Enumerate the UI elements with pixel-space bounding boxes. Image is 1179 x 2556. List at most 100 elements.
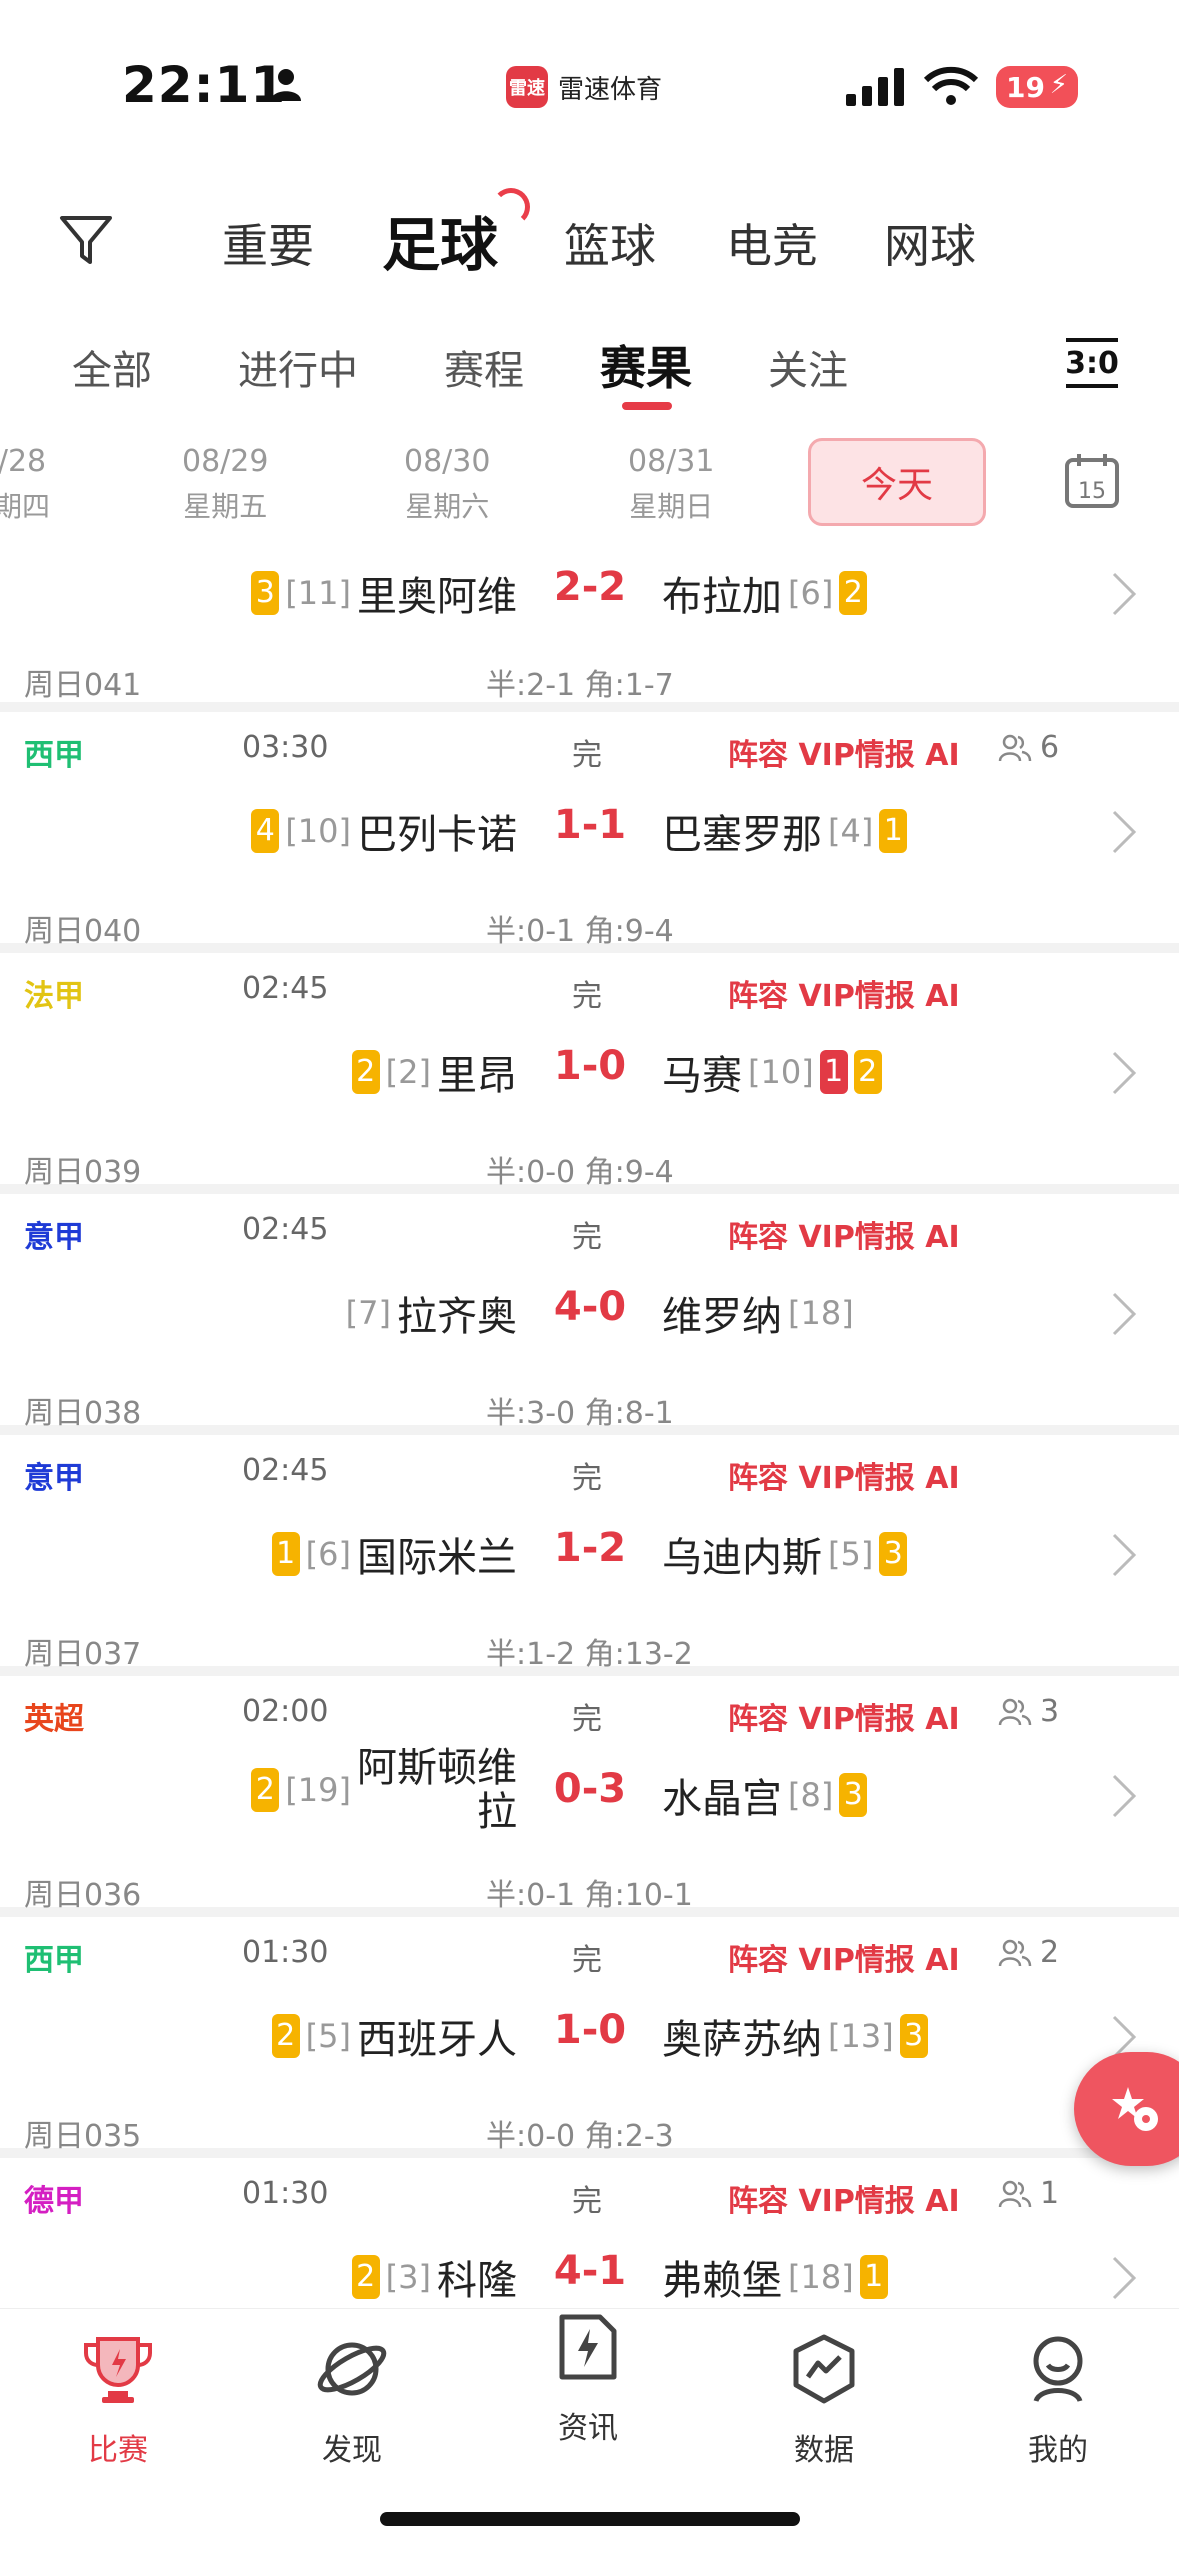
nav-data[interactable]: 数据 <box>754 2331 894 2469</box>
match-info-links[interactable]: 阵容 VIP情报 AI <box>728 730 960 774</box>
date-item[interactable]: 08/31 星期日 <box>628 444 714 525</box>
league-name: 法甲 <box>24 979 84 1014</box>
home-team: 巴列卡诺 <box>357 812 517 858</box>
tab-basketball[interactable]: 篮球 <box>564 210 656 276</box>
away-rank: [4] <box>828 812 874 850</box>
tab-live[interactable]: 进行中 <box>238 338 358 396</box>
away-team: 乌迪内斯 <box>662 1535 822 1581</box>
away-rank: [6] <box>788 574 834 612</box>
tab-following[interactable]: 关注 <box>768 338 848 396</box>
match-row[interactable]: 德甲 01:30 完 阵容 VIP情报 AI 1 2 [3] 科隆 4-1 弗赖… <box>0 2158 1179 2308</box>
home-rank: [2] <box>385 1053 431 1091</box>
league-name: 西甲 <box>24 1943 84 1978</box>
away-rank: [18] <box>788 1294 854 1332</box>
wifi-icon <box>924 66 978 105</box>
nav-matches[interactable]: 比赛 <box>48 2331 188 2469</box>
home-team: 西班牙人 <box>357 2017 517 2063</box>
tab-important[interactable]: 重要 <box>222 210 314 276</box>
tab-football[interactable]: 足球 <box>382 198 498 282</box>
match-status: 完 <box>572 1702 602 1737</box>
chevron-right-icon[interactable] <box>1108 570 1138 618</box>
chevron-right-icon[interactable] <box>1108 1531 1138 1579</box>
match-row[interactable]: 英超 02:00 完 阵容 VIP情报 AI 3 2 [19] 阿斯顿维 拉 0… <box>0 1676 1179 1917</box>
match-info-links[interactable]: 阵容 VIP情报 AI <box>728 971 960 1015</box>
kickoff-time: 02:45 <box>242 971 329 1006</box>
home-team: 里昂 <box>437 1053 517 1099</box>
league-name: 德甲 <box>24 2184 84 2219</box>
home-rank: [19] <box>285 1771 351 1809</box>
match-row[interactable]: 西甲 03:30 完 阵容 VIP情报 AI 6 4 [10] 巴列卡诺 1-1… <box>0 712 1179 953</box>
calendar-icon[interactable]: 15 <box>1064 452 1120 510</box>
date-item[interactable]: 08/30 星期六 <box>404 444 490 525</box>
tab-tennis[interactable]: 网球 <box>884 210 976 276</box>
match-info-links[interactable]: 阵容 VIP情报 AI <box>728 1212 960 1256</box>
home-rank: [6] <box>305 1535 351 1573</box>
match-list[interactable]: 3 [11] 里奥阿维 2-2 布拉加 [6] 2 周日041 半:2-1 角:… <box>0 542 1179 2308</box>
data-shield-icon <box>793 2334 855 2404</box>
home-team: 里奥阿维 <box>357 574 517 620</box>
home-rank: [3] <box>385 2258 431 2296</box>
match-code: 周日041 <box>24 668 142 703</box>
half-corner-stats: 半:0-0 角:2-3 <box>486 2119 674 2154</box>
profile-icon <box>1033 2336 1083 2403</box>
clock: 22:11 <box>122 56 287 114</box>
watchers: 3 <box>998 1694 1059 1729</box>
match-status: 完 <box>572 1943 602 1978</box>
away-team: 马赛 <box>662 1053 742 1099</box>
match-row[interactable]: 3 [11] 里奥阿维 2-2 布拉加 [6] 2 周日041 半:2-1 角:… <box>0 542 1179 712</box>
chevron-right-icon[interactable] <box>1108 1049 1138 1097</box>
chevron-right-icon[interactable] <box>1108 1772 1138 1820</box>
sport-tabs: 重要 足球 篮球 电竞 网球 <box>0 180 1179 300</box>
match-row[interactable]: 意甲 02:45 完 阵容 VIP情报 AI 1 [6] 国际米兰 1-2 乌迪… <box>0 1435 1179 1676</box>
chevron-right-icon[interactable] <box>1108 2254 1138 2302</box>
match-row[interactable]: 西甲 01:30 完 阵容 VIP情报 AI 2 2 [5] 西班牙人 1-0 … <box>0 1917 1179 2158</box>
home-team: 科隆 <box>437 2258 517 2304</box>
match-row[interactable]: 法甲 02:45 完 阵容 VIP情报 AI 2 [2] 里昂 1-0 马赛 [… <box>0 953 1179 1194</box>
people-icon <box>998 2180 1032 2207</box>
match-code: 周日035 <box>24 2119 142 2154</box>
match-info-links[interactable]: 阵容 VIP情报 AI <box>728 2176 960 2220</box>
status-tabs: 全部 进行中 赛程 赛果 关注 3:0 <box>0 320 1179 420</box>
nav-profile[interactable]: 我的 <box>988 2331 1128 2469</box>
away-team: 巴塞罗那 <box>662 812 822 858</box>
score-toggle-button[interactable]: 3:0 <box>1065 338 1119 388</box>
home-team: 拉齐奥 <box>397 1294 517 1340</box>
yellow-card-count: 3 <box>899 2014 928 2058</box>
tab-esports[interactable]: 电竞 <box>726 210 818 276</box>
match-info-links[interactable]: 阵容 VIP情报 AI <box>728 1453 960 1497</box>
chevron-right-icon[interactable] <box>1108 808 1138 856</box>
floating-action-button[interactable] <box>1074 2052 1179 2166</box>
home-rank: [10] <box>285 812 351 850</box>
away-team: 奥萨苏纳 <box>662 2017 822 2063</box>
match-info-links[interactable]: 阵容 VIP情报 AI <box>728 1935 960 1979</box>
match-row[interactable]: 意甲 02:45 完 阵容 VIP情报 AI [7] 拉齐奥 4-0 维罗纳 [… <box>0 1194 1179 1435</box>
app-logo: 雷速 <box>506 66 548 108</box>
date-item[interactable]: /28 期四 <box>0 444 50 525</box>
tab-results[interactable]: 赛果 <box>600 332 692 398</box>
tab-all[interactable]: 全部 <box>72 338 152 396</box>
match-score: 1-0 <box>553 2007 627 2053</box>
match-code: 周日040 <box>24 914 142 949</box>
league-name: 意甲 <box>24 1220 84 1255</box>
today-button[interactable]: 今天 <box>808 438 986 526</box>
app-name: 雷速体育 <box>558 74 663 105</box>
calendar-day: 15 <box>1078 479 1106 504</box>
watchers: 6 <box>998 730 1059 765</box>
half-corner-stats: 半:2-1 角:1-7 <box>486 668 674 703</box>
half-corner-stats: 半:1-2 角:13-2 <box>486 1637 693 1672</box>
nav-news[interactable]: 资讯 <box>518 2309 658 2447</box>
nav-discover[interactable]: 发现 <box>282 2331 422 2469</box>
yellow-card-count: 2 <box>839 571 868 615</box>
match-info-links[interactable]: 阵容 VIP情报 AI <box>728 1694 960 1738</box>
chevron-right-icon[interactable] <box>1108 1290 1138 1338</box>
match-score: 1-2 <box>553 1525 627 1571</box>
filter-icon[interactable] <box>56 210 116 270</box>
yellow-card-count: 3 <box>839 1773 868 1817</box>
watchers: 2 <box>998 1935 1059 1970</box>
away-rank: [10] <box>748 1053 814 1091</box>
date-item[interactable]: 08/29 星期五 <box>182 444 268 525</box>
yellow-card-count: 2 <box>271 2014 300 2058</box>
away-team: 维罗纳 <box>662 1294 782 1340</box>
match-code: 周日039 <box>24 1155 142 1190</box>
tab-schedule[interactable]: 赛程 <box>444 338 524 396</box>
